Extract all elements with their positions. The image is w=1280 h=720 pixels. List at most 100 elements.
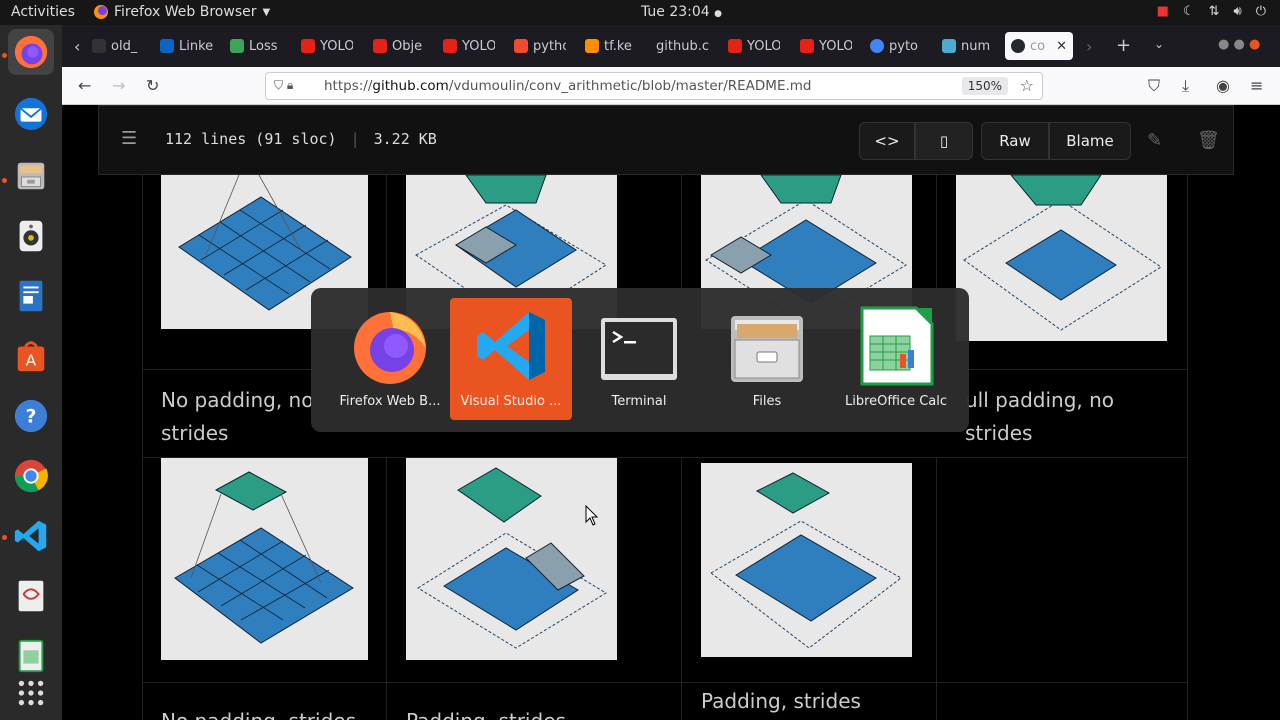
dock-rhythmbox[interactable]: [8, 213, 54, 259]
dock-thunderbird[interactable]: [8, 91, 54, 137]
downloads-icon[interactable]: ⤓: [1182, 76, 1189, 96]
clock[interactable]: Tue 23:04 ●: [641, 4, 722, 20]
switcher-label: Firefox Web B...: [339, 394, 441, 409]
switcher-item-files[interactable]: Files: [706, 298, 828, 420]
pocket-icon[interactable]: ⛉: [1148, 76, 1160, 96]
reload-icon[interactable]: ↻: [146, 76, 159, 95]
firefox-icon: [354, 312, 426, 384]
tensorflow-icon: [585, 39, 599, 53]
tab-7[interactable]: pytho: [514, 32, 566, 60]
dock-firefox[interactable]: [8, 29, 54, 75]
readme-image-table: No padding, no strides ull padding, no s…: [142, 174, 1188, 720]
url-prefix: https://: [324, 78, 373, 94]
tab-scroll-left-icon[interactable]: ‹: [74, 37, 80, 56]
top-bar: Activities Firefox Web Browser ▼ Tue 23:…: [0, 0, 1280, 25]
system-tray[interactable]: ■ ☾ ⇅ 🔊︎ ⏻: [1157, 4, 1266, 19]
running-indicator: [2, 53, 7, 58]
tab-13[interactable]: num: [942, 32, 996, 60]
tab-5[interactable]: Obje: [373, 32, 423, 60]
tab-label: YOLO: [819, 38, 852, 54]
document-viewer-icon: [18, 580, 44, 612]
zoom-indicator[interactable]: 150%: [961, 77, 1008, 95]
tab-label: pyto: [889, 38, 918, 54]
preview-button[interactable]: ▯: [915, 122, 973, 160]
tab-label: old_: [111, 38, 138, 54]
tab-11[interactable]: YOLO: [800, 32, 852, 60]
new-tab-button[interactable]: +: [1116, 35, 1131, 56]
tab-8[interactable]: tf.ke: [585, 32, 637, 60]
dock-writer[interactable]: [8, 273, 54, 319]
dock-software[interactable]: A: [8, 333, 54, 379]
caption-padding-strides: Padding, strides: [406, 705, 626, 720]
forward-icon[interactable]: →: [112, 76, 125, 95]
back-icon[interactable]: ←: [78, 76, 91, 95]
switcher-item-terminal[interactable]: Terminal: [578, 298, 700, 420]
youtube-icon: [443, 39, 457, 53]
activities-button[interactable]: Activities: [11, 4, 75, 20]
mouse-cursor-icon: [585, 505, 599, 526]
vscode-icon: [14, 520, 47, 552]
table-cell: [387, 458, 682, 683]
github-icon: [1011, 39, 1025, 53]
caption-padding-strides-odd: Padding, strides: [701, 689, 861, 713]
dock-ebook-reader[interactable]: [8, 573, 54, 619]
tab-12[interactable]: pyto: [870, 32, 922, 60]
dock-chrome[interactable]: [8, 453, 54, 499]
tab-label: YOLO: [320, 38, 353, 54]
file-header: ☰ 112 lines (91 sloc) | 3.22 KB <> ▯ Raw B…: [98, 105, 1234, 175]
tab-4[interactable]: YOLO: [301, 32, 353, 60]
list-all-tabs-icon[interactable]: ⌄: [1154, 37, 1164, 51]
window-controls[interactable]: ● ● ●: [1218, 37, 1260, 52]
table-cell: [937, 174, 1188, 370]
svg-text:A: A: [26, 352, 37, 370]
grid-icon: [18, 680, 44, 706]
tab-3[interactable]: Loss: [230, 32, 282, 60]
url-bar[interactable]: ⛉ 🔒︎ https://github.com/vdumoulin/conv_a…: [265, 72, 1043, 100]
edit-pencil-icon[interactable]: ✎: [1147, 130, 1162, 151]
app-menu[interactable]: Firefox Web Browser ▼: [94, 4, 270, 20]
tab-2[interactable]: Linke: [160, 32, 214, 60]
firefox-icon: [94, 5, 108, 19]
switcher-item-firefox[interactable]: Firefox Web B...: [329, 298, 451, 420]
tab-label: co: [1030, 38, 1046, 54]
tab-bar: ‹ old_ Linke Loss YOLO Obje YOLO pytho t…: [62, 25, 1280, 67]
code-view-button[interactable]: <>: [859, 122, 915, 160]
youtube-icon: [301, 39, 315, 53]
show-applications-button[interactable]: [8, 670, 54, 716]
switcher-label: Terminal: [611, 394, 667, 409]
extension-icon[interactable]: ◉: [1216, 76, 1230, 95]
nav-bar: ← → ↻ ⛉ 🔒︎ https://github.com/vdumoulin/…: [62, 67, 1280, 105]
shield-lock-icon: ⛉ 🔒︎: [274, 78, 294, 92]
conv-animation-image: [161, 458, 368, 660]
tab-10[interactable]: YOLO: [728, 32, 780, 60]
close-tab-icon[interactable]: ✕: [1056, 39, 1067, 54]
youtube-icon: [800, 39, 814, 53]
menu-icon[interactable]: ≡: [1250, 76, 1263, 95]
bookmark-star-icon[interactable]: ☆: [1020, 76, 1034, 95]
tab-active[interactable]: co ✕: [1005, 32, 1073, 60]
running-indicator: [2, 178, 7, 183]
list-icon[interactable]: ☰: [121, 128, 137, 149]
dock-files[interactable]: [8, 153, 54, 199]
conv-animation-image: [701, 463, 912, 657]
dock-vscode[interactable]: [8, 513, 54, 559]
raw-button[interactable]: Raw: [981, 122, 1049, 160]
tab-6[interactable]: YOLO: [443, 32, 495, 60]
url-text: https://github.com/vdumoulin/conv_arithm…: [324, 78, 812, 94]
night-light-icon: ☾: [1182, 4, 1195, 19]
app-menu-label: Firefox Web Browser: [114, 4, 257, 20]
tab-favicon-icon: [92, 39, 106, 53]
switcher-item-libreoffice-calc[interactable]: LibreOffice Calc: [835, 298, 957, 420]
switcher-item-vscode[interactable]: Visual Studio ...: [450, 298, 572, 420]
blame-button[interactable]: Blame: [1049, 122, 1131, 160]
calc-icon: [860, 306, 934, 386]
writer-icon: [19, 280, 43, 312]
help-icon: ?: [14, 399, 48, 433]
tab-label: YOLO: [747, 38, 780, 54]
dock-help[interactable]: ?: [8, 393, 54, 439]
tab-9[interactable]: github.c: [656, 32, 712, 60]
trash-icon[interactable]: 🗑︎: [1197, 130, 1220, 151]
tab-1[interactable]: old_: [92, 32, 144, 60]
tab-scroll-right-icon[interactable]: ›: [1086, 37, 1092, 56]
dock: A ?: [0, 25, 62, 720]
